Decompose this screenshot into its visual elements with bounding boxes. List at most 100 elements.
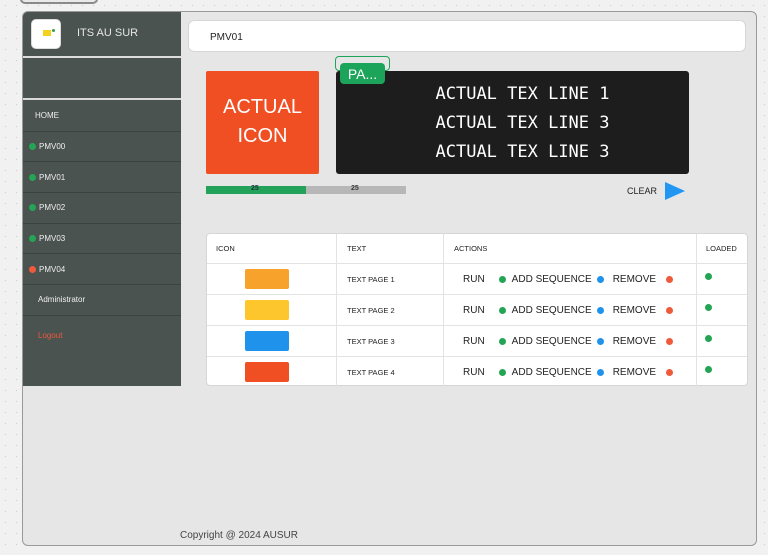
column-header-text: TEXT	[337, 234, 444, 263]
sidebar-item-home[interactable]: HOME	[23, 101, 181, 132]
add-dot-icon	[596, 306, 604, 314]
logo-dot-icon	[52, 29, 55, 32]
loaded-status-icon	[705, 366, 712, 373]
status-dot-icon	[29, 265, 36, 273]
sidebar-item-pmv04[interactable]: PMV04	[23, 254, 181, 286]
sidebar-banner	[23, 60, 181, 100]
add-dot-icon	[596, 275, 604, 283]
loaded-cell	[697, 326, 749, 356]
remove-dot-icon	[666, 369, 674, 376]
run-dot-icon	[498, 306, 506, 314]
icon-preview-line: ICON	[237, 125, 288, 147]
add-sequence-button[interactable]: ADD SEQUENCE	[512, 336, 613, 347]
actions-cell: RUN ADD SEQUENCE REMOVE	[444, 357, 697, 388]
column-header-actions: ACTIONS	[444, 234, 697, 263]
add-sequence-label: ADD SEQUENCE	[511, 367, 592, 378]
add-sequence-label: ADD SEQUENCE	[511, 335, 592, 347]
sequence-progress: 25 25	[206, 185, 406, 194]
sidebar-item-label: PMV04	[39, 264, 66, 274]
loaded-cell	[697, 357, 749, 388]
footer-copyright: Copyright @ 2024 AUSUR	[180, 530, 298, 541]
run-label: RUN	[463, 273, 485, 285]
run-button[interactable]: RUN	[463, 274, 512, 285]
sidebar-item-pmv01[interactable]: PMV01	[23, 162, 181, 194]
logout-link[interactable]: Logout	[23, 316, 181, 356]
loaded-cell	[697, 295, 749, 325]
progress-remaining-label: 25	[351, 185, 359, 192]
clear-button-label[interactable]: CLEAR	[627, 186, 657, 196]
loaded-status-icon	[705, 335, 712, 342]
page-header: PMV01	[188, 20, 746, 52]
sidebar-item-pmv03[interactable]: PMV03	[23, 224, 181, 255]
text-cell: TEXT PAGE 1	[337, 264, 444, 294]
sidebar-item-pmv02[interactable]: PMV02	[23, 193, 181, 224]
app-window: ITS AU SUR HOME PMV00 PMV01 PMV02 PMV03	[22, 11, 757, 546]
table-row: TEXT PAGE 4 RUN ADD SEQUENCE REMOVE	[207, 357, 747, 388]
add-sequence-button[interactable]: ADD SEQUENCE	[512, 274, 613, 285]
add-sequence-button[interactable]: ADD SEQUENCE	[512, 305, 613, 316]
page-badge[interactable]: PA...	[340, 63, 385, 84]
remove-button[interactable]: REMOVE	[613, 336, 674, 347]
actual-icon-preview: ACTUAL ICON	[206, 71, 319, 174]
add-sequence-button[interactable]: ADD SEQUENCE	[512, 367, 613, 378]
sidebar-item-pmv00[interactable]: PMV00	[23, 132, 181, 163]
remove-label: REMOVE	[612, 367, 657, 378]
brand-name: ITS AU SUR	[77, 27, 139, 39]
sidebar-item-label: PMV02	[39, 203, 66, 213]
icon-swatch[interactable]	[245, 331, 289, 351]
remove-button[interactable]: REMOVE	[612, 273, 674, 285]
message-display: ACTUAL TEX LINE 1 ACTUAL TEX LINE 3 ACTU…	[336, 71, 689, 174]
progress-done-label: 25	[251, 185, 259, 192]
loaded-status-icon	[705, 273, 712, 280]
sidebar-item-label: PMV01	[39, 172, 66, 182]
remove-dot-icon	[666, 306, 674, 314]
status-dot-icon	[29, 235, 36, 243]
text-cell: TEXT PAGE 4	[337, 357, 444, 388]
run-label: RUN	[463, 335, 485, 347]
remove-button[interactable]: REMOVE	[612, 367, 674, 378]
text-cell: TEXT PAGE 2	[337, 295, 444, 325]
sidebar-item-label: PMV00	[39, 142, 66, 152]
run-button[interactable]: RUN	[463, 305, 512, 316]
icon-swatch[interactable]	[245, 300, 289, 320]
display-line-2: ACTUAL TEX LINE 3	[435, 113, 610, 133]
sidebar-item-label: HOME	[35, 111, 59, 121]
brand-bar: ITS AU SUR	[23, 12, 181, 58]
icon-preview-line: ACTUAL	[223, 96, 302, 118]
page-title: PMV01	[210, 32, 243, 43]
text-cell: TEXT PAGE 3	[337, 326, 444, 356]
sidebar-item-label: PMV03	[39, 234, 66, 244]
run-dot-icon	[498, 275, 506, 283]
icon-cell	[207, 264, 337, 294]
remove-dot-icon	[666, 275, 674, 283]
run-button[interactable]: RUN	[463, 367, 512, 378]
loaded-cell	[697, 264, 749, 294]
run-button[interactable]: RUN	[463, 336, 512, 347]
add-sequence-label: ADD SEQUENCE	[511, 273, 592, 285]
play-arrow-icon[interactable]	[665, 182, 685, 200]
table-header-row: ICON TEXT ACTIONS LOADED	[207, 234, 747, 264]
status-dot-icon	[29, 204, 36, 212]
logo-icon	[43, 30, 51, 36]
display-line-1: ACTUAL TEX LINE 1	[435, 84, 610, 104]
sidebar-nav: HOME PMV00 PMV01 PMV02 PMV03 PMV04 Admin…	[23, 101, 181, 356]
icon-swatch[interactable]	[245, 269, 289, 289]
status-dot-icon	[29, 173, 36, 181]
display-line-3: ACTUAL TEX LINE 3	[435, 142, 610, 162]
add-sequence-label: ADD SEQUENCE	[511, 304, 592, 316]
column-header-icon: ICON	[207, 234, 337, 263]
window-tab	[20, 0, 98, 4]
remove-dot-icon	[666, 337, 674, 345]
add-dot-icon	[596, 369, 604, 376]
table-row: TEXT PAGE 3 RUN ADD SEQUENCE REMOVE	[207, 326, 747, 357]
sidebar: ITS AU SUR HOME PMV00 PMV01 PMV02 PMV03	[23, 12, 181, 386]
icon-swatch[interactable]	[245, 362, 289, 382]
remove-button[interactable]: REMOVE	[613, 305, 674, 316]
run-dot-icon	[498, 369, 506, 376]
user-role: Administrator	[23, 285, 181, 316]
icon-cell	[207, 326, 337, 356]
remove-label: REMOVE	[612, 273, 657, 285]
logo	[31, 19, 61, 49]
table-row: TEXT PAGE 2 RUN ADD SEQUENCE REMOVE	[207, 295, 747, 326]
run-label: RUN	[463, 304, 485, 316]
